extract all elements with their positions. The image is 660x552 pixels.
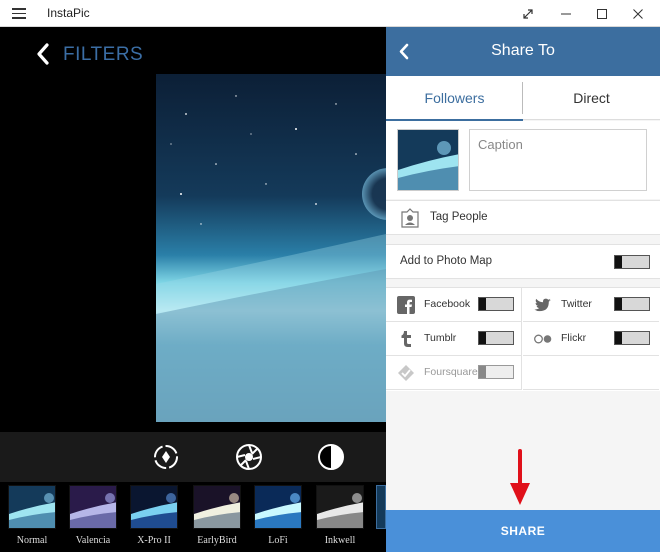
expand-icon[interactable] <box>510 0 546 27</box>
tag-people-icon <box>401 208 419 228</box>
filter-normal[interactable]: Normal <box>8 485 56 546</box>
close-button[interactable] <box>620 0 656 27</box>
filter-earlybird[interactable]: EarlyBird <box>193 485 241 546</box>
hamburger-menu-icon[interactable] <box>12 8 26 19</box>
twitter-cell: Twitter <box>523 288 659 322</box>
share-panel: Share To Followers Direct Caption Tag Pe… <box>386 27 660 552</box>
twitter-icon <box>534 298 551 312</box>
share-button[interactable]: SHARE <box>386 510 660 552</box>
tool-strip <box>0 432 386 482</box>
photo-map-row: Add to Photo Map <box>386 244 660 279</box>
back-chevron-icon[interactable] <box>36 43 50 65</box>
filter-inkwell[interactable]: Inkwell <box>316 485 364 546</box>
facebook-cell: Facebook <box>386 288 522 322</box>
filter-partial[interactable] <box>376 485 386 529</box>
tag-people-row[interactable]: Tag People <box>386 200 660 235</box>
arrow-down-icon <box>510 449 530 505</box>
filter-name: X-Pro II <box>137 535 171 546</box>
lux-icon[interactable] <box>234 442 264 472</box>
service-label: Twitter <box>561 298 592 310</box>
flickr-icon <box>534 334 552 344</box>
filter-thumbnail <box>69 485 117 529</box>
caption-section: Caption <box>386 121 660 199</box>
flickr-toggle[interactable] <box>614 331 650 345</box>
facebook-toggle[interactable] <box>478 297 514 311</box>
tag-people-label: Tag People <box>430 211 488 223</box>
minimize-button[interactable] <box>548 0 584 27</box>
tumblr-cell: Tumblr <box>386 322 522 356</box>
filter-thumbnail <box>8 485 56 529</box>
filters-title: FILTERS <box>63 44 144 65</box>
title-bar: InstaPic <box>0 0 660 27</box>
filter-name: EarlyBird <box>197 535 237 546</box>
foursquare-toggle[interactable] <box>478 365 514 379</box>
rotate-icon[interactable] <box>151 442 181 472</box>
filter-thumbnail <box>193 485 241 529</box>
twitter-toggle[interactable] <box>614 297 650 311</box>
filter-thumbnail <box>130 485 178 529</box>
photo-preview <box>156 74 386 422</box>
share-tabs: Followers Direct <box>386 76 660 121</box>
facebook-icon <box>397 296 415 314</box>
tab-direct[interactable]: Direct <box>523 76 660 120</box>
filter-name: Normal <box>16 535 48 546</box>
empty-cell <box>523 356 659 390</box>
share-header: Share To <box>386 27 660 76</box>
foursquare-cell: Foursquare <box>386 356 522 390</box>
filter-thumbnail <box>316 485 364 529</box>
service-label: Tumblr <box>424 332 457 344</box>
share-title: Share To <box>491 42 555 59</box>
contrast-icon[interactable] <box>316 442 346 472</box>
filter-name: Inkwell <box>324 535 356 546</box>
photo-map-toggle[interactable] <box>614 255 650 269</box>
filter-name: Valencia <box>75 535 111 546</box>
tab-followers[interactable]: Followers <box>386 76 523 121</box>
caption-input[interactable]: Caption <box>469 129 647 191</box>
social-services-grid: Facebook Twitter Tumblr Flickr Foursquar… <box>386 287 660 391</box>
service-label: Flickr <box>561 332 587 344</box>
photo-thumbnail <box>397 129 459 191</box>
filter-x-pro-ii[interactable]: X-Pro II <box>130 485 178 546</box>
filter-thumbnail <box>254 485 302 529</box>
service-label: Foursquare <box>424 366 478 378</box>
tumblr-icon <box>401 331 411 347</box>
service-label: Facebook <box>424 298 471 310</box>
maximize-button[interactable] <box>584 0 620 27</box>
filter-thumbnail <box>376 485 386 529</box>
flickr-cell: Flickr <box>523 322 659 356</box>
filter-valencia[interactable]: Valencia <box>69 485 117 546</box>
tumblr-toggle[interactable] <box>478 331 514 345</box>
foursquare-icon <box>398 365 414 381</box>
photo-map-label: Add to Photo Map <box>400 255 493 267</box>
app-title: InstaPic <box>47 6 90 20</box>
filter-lofi[interactable]: LoFi <box>254 485 302 546</box>
filter-strip: Normal Valencia X-Pro II EarlyBird LoFi <box>0 482 386 552</box>
filter-editor: FILTERS Normal Valencia X-Pro II EarlyBi… <box>0 27 386 552</box>
filter-name: LoFi <box>268 535 288 546</box>
